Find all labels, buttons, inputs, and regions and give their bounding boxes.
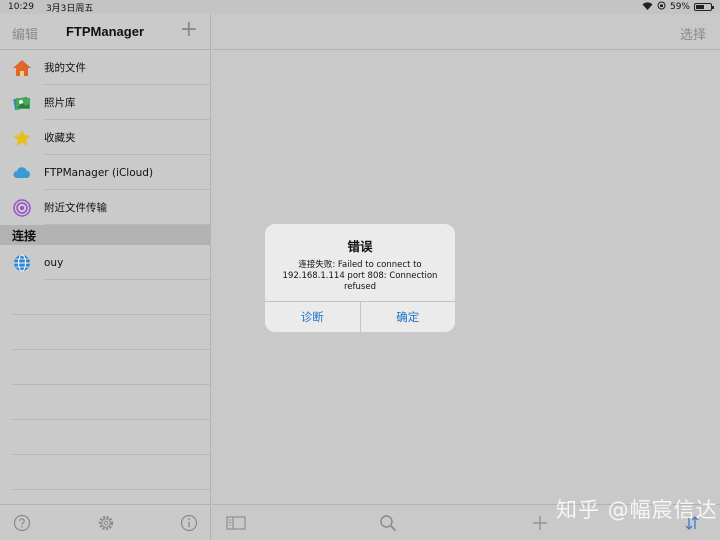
error-dialog: 错误 连接失败: Failed to connect to 192.168.1.… xyxy=(265,224,455,332)
status-time: 10:29 xyxy=(8,2,34,12)
connection-label: ouy xyxy=(44,256,64,269)
battery-level xyxy=(696,5,705,9)
sidebar-item-nearby-transfer[interactable]: 附近文件传输 xyxy=(0,190,210,225)
globe-icon xyxy=(12,253,32,273)
sidebar: 编辑 FTPManager + 我的文件 照片库 收藏夹 FTPManager … xyxy=(0,14,211,540)
sidebar-item-label: 照片库 xyxy=(44,97,76,109)
orientation-lock-icon xyxy=(657,1,666,13)
empty-row xyxy=(12,350,210,385)
battery-icon xyxy=(694,3,714,11)
wifi-icon xyxy=(642,1,653,13)
status-date: 3月3日周五 xyxy=(45,3,94,14)
star-icon xyxy=(12,128,32,148)
search-icon[interactable] xyxy=(378,513,398,533)
app-title: FTPManager xyxy=(65,24,144,39)
dialog-buttons: 诊断 确定 xyxy=(265,301,455,332)
sidebar-nav-bar: 编辑 FTPManager + xyxy=(0,14,210,50)
sidebar-toolbar xyxy=(0,504,211,540)
airdrop-icon xyxy=(12,198,32,218)
status-indicators: 59% xyxy=(642,0,714,14)
sidebar-item-label: 我的文件 xyxy=(44,62,86,74)
battery-percent: 59% xyxy=(669,2,690,12)
status-bar: 10:29 3月3日周五 59% xyxy=(0,0,720,14)
sidebar-item-icloud[interactable]: FTPManager (iCloud) xyxy=(0,155,210,190)
dialog-title: 错误 xyxy=(347,239,373,254)
help-icon[interactable] xyxy=(12,513,32,533)
section-header-connections: 连接 xyxy=(0,225,210,245)
ok-button[interactable]: 确定 xyxy=(359,302,456,332)
empty-row xyxy=(12,385,210,420)
info-icon[interactable] xyxy=(179,513,199,533)
select-button[interactable]: 选择 xyxy=(680,24,706,43)
empty-row xyxy=(12,280,210,315)
detail-nav-bar: 选择 xyxy=(212,14,720,50)
add-button[interactable]: + xyxy=(180,18,198,42)
sidebar-item-photos[interactable]: 照片库 xyxy=(0,85,210,120)
settings-icon[interactable] xyxy=(96,513,116,533)
watermark: 知乎 @幅宸信达 xyxy=(556,498,718,522)
sidebar-item-label: FTPManager (iCloud) xyxy=(44,166,154,179)
sidebar-toggle-icon[interactable] xyxy=(226,513,246,533)
diagnose-button[interactable]: 诊断 xyxy=(265,302,360,332)
add-icon[interactable] xyxy=(530,513,550,533)
photos-icon xyxy=(12,93,32,113)
dialog-body: 错误 连接失败: Failed to connect to 192.168.1.… xyxy=(265,224,455,301)
sidebar-item-label: 收藏夹 xyxy=(44,132,76,144)
sidebar-item-favorites[interactable]: 收藏夹 xyxy=(0,120,210,155)
sidebar-item-label: 附近文件传输 xyxy=(44,202,107,214)
sidebar-item-my-files[interactable]: 我的文件 xyxy=(0,50,210,85)
cloud-icon xyxy=(12,163,32,183)
dialog-message: 连接失败: Failed to connect to 192.168.1.114… xyxy=(282,260,438,292)
empty-row xyxy=(12,455,210,490)
connection-item-ouy[interactable]: ouy xyxy=(0,245,210,280)
empty-row xyxy=(12,315,210,350)
empty-row xyxy=(12,420,210,455)
home-icon xyxy=(12,58,32,78)
